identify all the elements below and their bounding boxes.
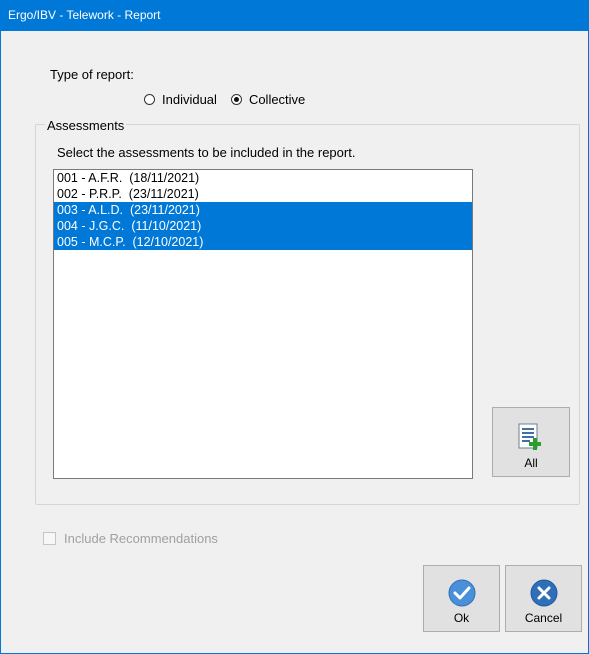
assessments-group-label: Assessments <box>45 118 127 133</box>
radio-collective-indicator <box>230 94 242 105</box>
select-all-button[interactable]: All <box>492 407 570 477</box>
radio-individual-indicator <box>144 94 155 105</box>
cancel-button-label: Cancel <box>524 611 563 625</box>
checkmark-circle-icon <box>448 579 475 607</box>
cancel-button[interactable]: Cancel <box>505 565 582 632</box>
select-all-list-icon <box>518 423 541 450</box>
assessments-listbox[interactable]: 001 - A.F.R. (18/11/2021) 002 - P.R.P. (… <box>53 169 473 479</box>
radio-collective-label: Collective <box>248 92 306 107</box>
list-item[interactable]: 005 - M.C.P. (12/10/2021) <box>54 234 472 250</box>
list-item[interactable]: 003 - A.L.D. (23/11/2021) <box>54 202 472 218</box>
ok-button-label: Ok <box>453 611 470 625</box>
include-recommendations-label: Include Recommendations <box>64 531 218 546</box>
select-all-button-label: All <box>524 456 538 470</box>
list-item[interactable]: 004 - J.G.C. (11/10/2021) <box>54 218 472 234</box>
report-dialog: Ergo/IBV - Telework - Report Type of rep… <box>0 0 589 654</box>
assessments-instruction: Select the assessments to be included in… <box>57 145 356 160</box>
list-item[interactable]: 001 - A.F.R. (18/11/2021) <box>54 170 472 186</box>
radio-individual-label: Individual <box>162 92 217 107</box>
report-type-label: Type of report: <box>50 67 134 82</box>
report-type-radio-group: Individual Collective <box>144 92 319 107</box>
include-recommendations-checkbox[interactable]: Include Recommendations <box>43 531 218 546</box>
x-circle-icon <box>530 579 557 607</box>
radio-individual[interactable]: Individual <box>144 92 217 107</box>
radio-collective[interactable]: Collective <box>230 92 306 107</box>
include-recommendations-box <box>43 532 56 545</box>
list-item[interactable]: 002 - P.R.P. (23/11/2021) <box>54 186 472 202</box>
ok-button[interactable]: Ok <box>423 565 500 632</box>
window-title: Ergo/IBV - Telework - Report <box>1 0 588 31</box>
